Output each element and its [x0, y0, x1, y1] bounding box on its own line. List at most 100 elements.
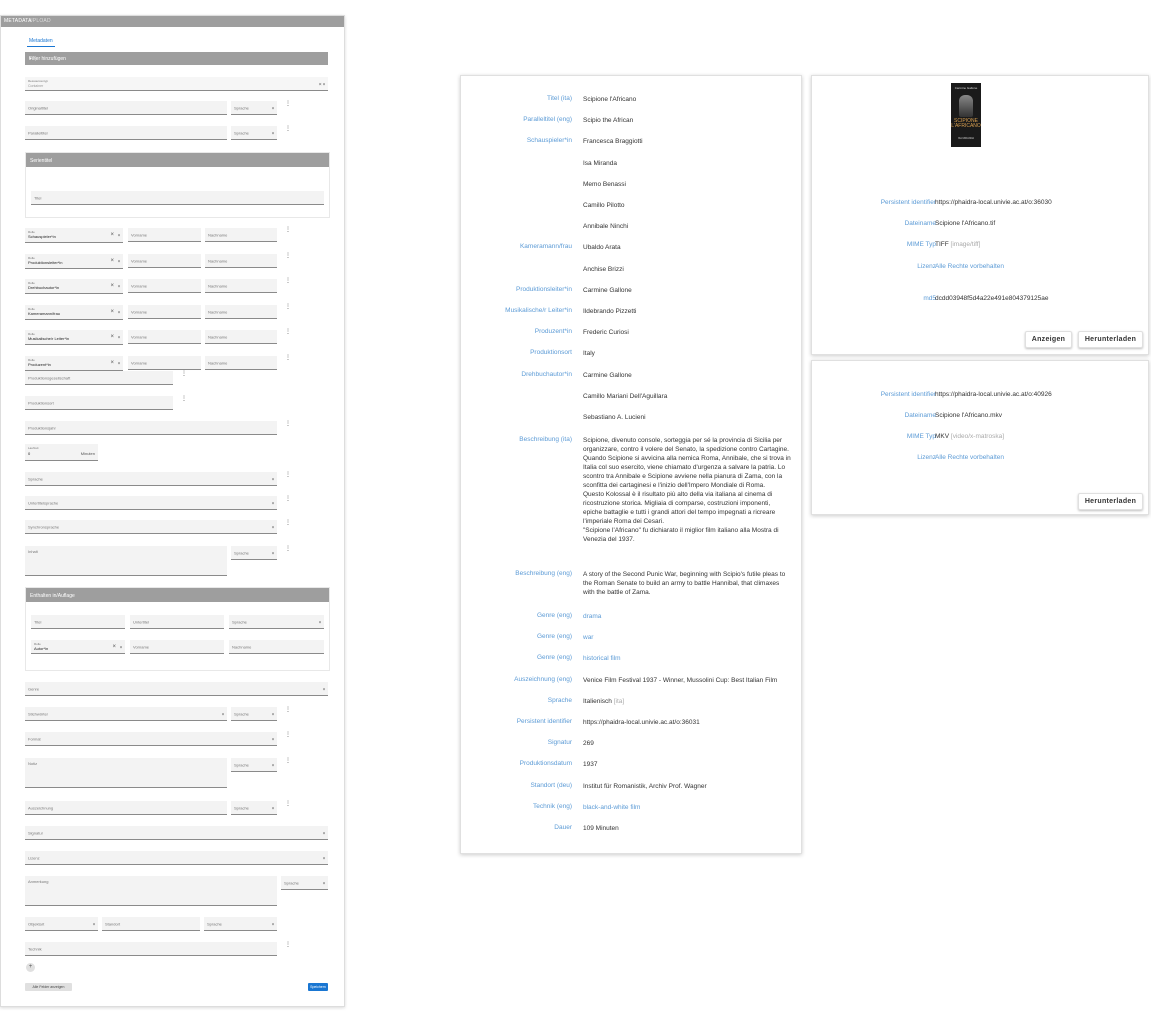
inventory-select[interactable]: Signatur ▾ [25, 826, 328, 840]
more-icon[interactable]: ⋮ [181, 370, 187, 377]
lastname-field[interactable]: Nachname [205, 279, 277, 293]
download-button[interactable]: Herunterladen [1078, 331, 1143, 348]
firstname-field[interactable]: Vorname [128, 305, 201, 319]
more-icon[interactable]: ⋮ [285, 303, 291, 310]
metadata-link[interactable]: drama [583, 612, 793, 621]
firstname-field[interactable]: Vorname [128, 330, 201, 344]
firstname-field[interactable]: Vorname [128, 279, 201, 293]
filter-header[interactable]: Filter hinzufügen ▾ ⋮ [25, 52, 328, 65]
more-icon[interactable]: ⋮ [285, 757, 291, 764]
more-icon[interactable]: ⋮ [285, 100, 291, 107]
notes-textarea[interactable]: Notiz [25, 758, 227, 788]
show-button[interactable]: Anzeigen [1025, 331, 1072, 348]
publication-lastname-field[interactable]: Nachname [229, 640, 324, 654]
lastname-field[interactable]: Nachname [205, 254, 277, 268]
cover-thumbnail[interactable]: Carmine Gallone SCIPIONE L'AFRICANO ISA … [951, 83, 981, 147]
clear-icon[interactable]: × [110, 283, 114, 289]
download-button[interactable]: Herunterladen [1078, 493, 1143, 510]
rights-textarea[interactable]: Anmerkung [25, 876, 277, 906]
save-button[interactable]: Speichern [308, 983, 328, 991]
metadata-link[interactable]: historical film [583, 654, 793, 663]
firstname-field[interactable]: Vorname [128, 356, 201, 370]
language-select[interactable]: Sprache ▾ [25, 472, 277, 486]
clear-icon[interactable]: × [110, 360, 114, 366]
more-icon[interactable]: ⋮ [285, 519, 291, 526]
publication-title-field[interactable]: Titel [31, 615, 125, 629]
location-field[interactable]: Standort [102, 917, 200, 931]
clear-icon[interactable]: × [112, 644, 116, 650]
keywords-language-select[interactable]: Sprache ▾ [231, 707, 277, 721]
more-icon[interactable]: ⋮ [285, 125, 291, 132]
duration-field[interactable]: Laufzeit 0 Minuten [25, 444, 98, 461]
tab-metadata[interactable]: METADATA [4, 18, 32, 24]
firstname-field[interactable]: Vorname [128, 254, 201, 268]
role-select[interactable]: Rolle Schauspieler*in × ▾ [25, 228, 123, 243]
notes-language-select[interactable]: Sprache ▾ [231, 758, 277, 772]
more-icon[interactable]: ⋮ [285, 420, 291, 427]
metadata-link[interactable]: war [583, 633, 793, 642]
parallel-title-field[interactable]: Paralleltitel [25, 126, 227, 140]
firstname-field[interactable]: Vorname [128, 228, 201, 242]
dubbed-language-select[interactable]: Synchronsprache ▾ [25, 520, 277, 534]
more-icon[interactable]: ⋮ [285, 277, 291, 284]
description-language-select[interactable]: Sprache ▾ [231, 546, 277, 560]
more-icon[interactable]: ⋮ [285, 706, 291, 713]
license-select[interactable]: Lizenz ▾ [25, 851, 328, 865]
subtitle-language-select[interactable]: Untertitelsprache ▾ [25, 496, 277, 510]
award-language-select[interactable]: Sprache ▾ [231, 801, 277, 815]
description-textarea[interactable]: Inhalt [25, 546, 227, 576]
show-all-fields-button[interactable]: Alle Felder anzeigen [25, 983, 72, 991]
clear-icon[interactable]: × [110, 258, 114, 264]
more-icon[interactable]: ⋮ [285, 800, 291, 807]
publication-language-select[interactable]: Sprache ▾ [229, 615, 324, 629]
role-select[interactable]: Rolle Musikalische/r Leiter*in × ▾ [25, 330, 123, 345]
more-icon[interactable]: ⋮ [285, 731, 291, 738]
metadata-link[interactable]: black-and-white film [583, 803, 793, 812]
production-place-field[interactable]: Produktionsort [25, 396, 173, 410]
publication-role-select[interactable]: Rolle Autor*in × ▾ [31, 640, 125, 654]
more-icon[interactable]: ⋮ [285, 545, 291, 552]
role-select[interactable]: Rolle Kameramann/frau × ▾ [25, 305, 123, 320]
filter-icons[interactable]: ▾ ⋮ [29, 56, 324, 62]
role-select[interactable]: Rolle Drehbuchautor*in × ▾ [25, 279, 123, 294]
lastname-field[interactable]: Nachname [205, 305, 277, 319]
add-field-icon[interactable]: + [26, 963, 35, 972]
file-link[interactable]: Alle Rechte vorbehalten [935, 263, 1004, 270]
more-icon[interactable]: ⋮ [181, 395, 187, 402]
lastname-field[interactable]: Nachname [205, 330, 277, 344]
award-field[interactable]: Auszeichnung [25, 801, 227, 815]
series-title-field[interactable]: Titel [31, 191, 324, 205]
production-company-field[interactable]: Produktionsgesellschaft [25, 371, 173, 385]
role-select[interactable]: Rolle Produktionsleiter*in × ▾ [25, 254, 123, 269]
clear-icon[interactable]: × [110, 334, 114, 340]
publication-subtitle-field[interactable]: Untertitel [130, 615, 224, 629]
file-link[interactable]: Alle Rechte vorbehalten [935, 454, 1004, 461]
lastname-field[interactable]: Nachname [205, 356, 277, 370]
more-icon[interactable]: ⋮ [285, 471, 291, 478]
role-select[interactable]: Rolle Produzent*in × ▾ [25, 356, 123, 371]
tab-upload[interactable]: UPLOAD [29, 18, 51, 24]
more-icon[interactable]: ⋮ [285, 941, 291, 948]
format-select[interactable]: Format ▾ [25, 732, 277, 746]
object-type-select[interactable]: Objektart ▾ [25, 917, 98, 931]
parallel-title-language-select[interactable]: Sprache ▾ [231, 126, 277, 140]
more-icon[interactable]: ⋮ [285, 252, 291, 259]
resource-type-select[interactable]: Ressourcentyp Container ✕ ▾ [25, 77, 328, 91]
original-title-field[interactable]: Originaltitel [25, 101, 227, 115]
tab-metadaten[interactable]: Metadaten [29, 38, 53, 44]
location-language-select[interactable]: Sprache ▾ [204, 917, 277, 931]
more-icon[interactable]: ⋮ [285, 328, 291, 335]
genre-select[interactable]: Genre ▾ [25, 682, 328, 696]
more-icon[interactable]: ⋮ [285, 495, 291, 502]
clear-icon[interactable]: × [110, 309, 114, 315]
rights-language-select[interactable]: Sprache ▾ [281, 876, 328, 890]
more-icon[interactable]: ⋮ [285, 226, 291, 233]
keywords-field[interactable]: Stichwörter ▾ [25, 707, 227, 721]
clear-icon[interactable]: × [110, 232, 114, 238]
publication-firstname-field[interactable]: Vorname [130, 640, 224, 654]
lastname-field[interactable]: Nachname [205, 228, 277, 242]
original-title-language-select[interactable]: Sprache ▾ [231, 101, 277, 115]
production-date-field[interactable]: Produktionsjahr [25, 421, 277, 435]
technique-field[interactable]: Technik [25, 942, 277, 956]
more-icon[interactable]: ⋮ [285, 354, 291, 361]
